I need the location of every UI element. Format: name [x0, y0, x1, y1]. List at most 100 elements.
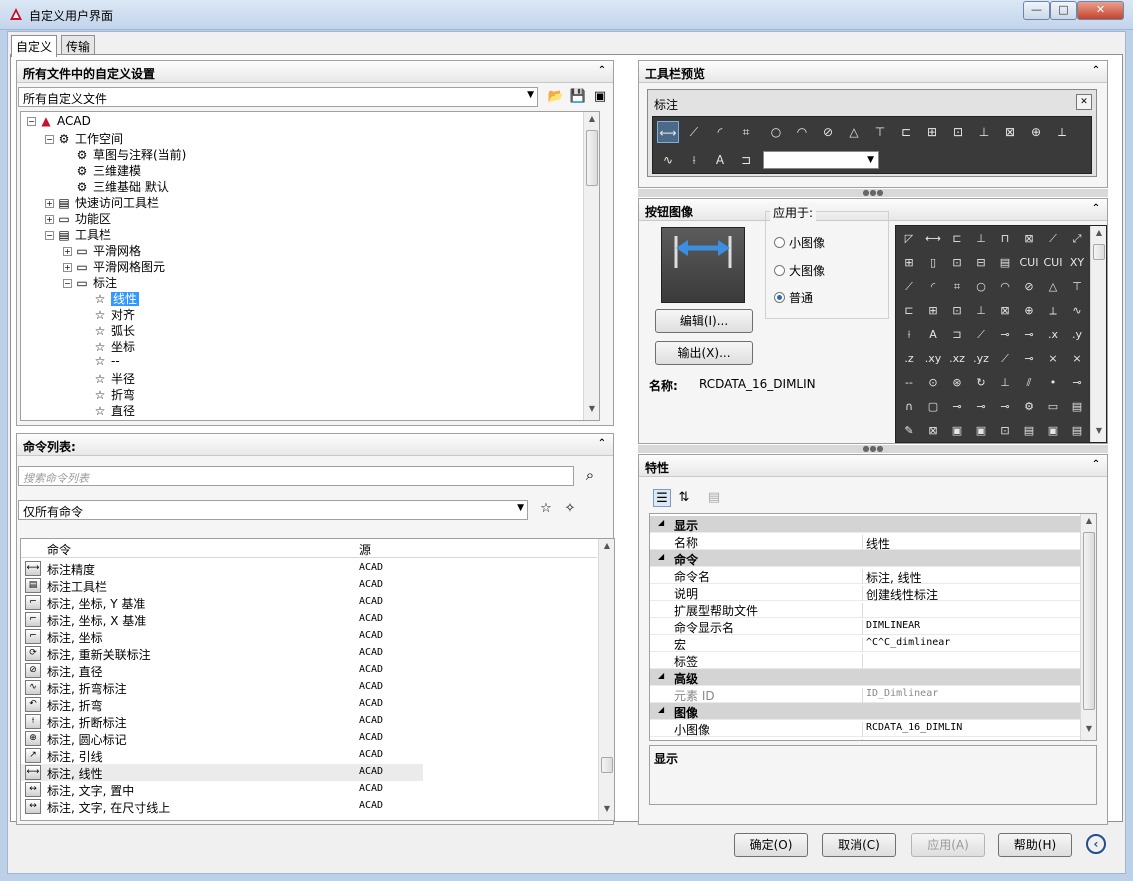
image-library-icon[interactable]: ◠ — [994, 276, 1016, 298]
toolbar-button-icon[interactable]: ◠ — [791, 121, 813, 143]
property-value[interactable]: RCDATA_32_DIMLIN — [862, 739, 1078, 740]
open-file-icon[interactable]: 📂 — [547, 88, 565, 106]
command-row[interactable]: ↶ 标注, 折弯 ACAD — [21, 696, 423, 713]
expander-icon[interactable]: − — [45, 231, 54, 240]
command-row[interactable]: ⟷ 标注, 线性 ACAD — [21, 764, 423, 781]
command-list-scrollbar[interactable]: ▲ ▼ — [598, 539, 614, 820]
image-library-icon[interactable]: ▤ — [1066, 396, 1088, 418]
property-pages-icon[interactable]: ▤ — [705, 489, 723, 507]
image-library-icon[interactable]: ◜ — [922, 276, 944, 298]
property-category[interactable]: ◢ 高级 — [650, 669, 1080, 686]
tree-node[interactable]: ⚙ 草图与注释(当前) — [63, 146, 187, 162]
toolbar-button-icon[interactable]: ⟂ — [1051, 121, 1073, 143]
toolbar-button-icon[interactable]: ⟷ — [657, 121, 679, 143]
sort-az-icon[interactable]: ⇅ — [675, 489, 693, 507]
image-library-icon[interactable]: ▤ — [1018, 420, 1040, 442]
splitter-handle[interactable]: ●●● — [638, 189, 1108, 197]
help-button[interactable]: 帮助(H) — [998, 833, 1072, 857]
image-library-icon[interactable]: ⊸ — [1066, 372, 1088, 394]
collapse-category-icon[interactable]: ◢ — [658, 552, 664, 561]
property-row[interactable]: 说明 创建线性标注 — [650, 584, 1080, 602]
edit-image-button[interactable]: 编辑(I)... — [655, 309, 753, 333]
image-library-icon[interactable]: ↻ — [970, 372, 992, 394]
minimize-button[interactable]: — — [1023, 1, 1050, 20]
column-command[interactable]: 命令 — [47, 541, 71, 558]
image-library-icon[interactable]: ⊡ — [994, 420, 1016, 442]
property-category[interactable]: ◢ 显示 — [650, 516, 1080, 533]
image-library-icon[interactable]: ⊥ — [970, 228, 992, 250]
property-value[interactable] — [862, 603, 1078, 618]
image-library-icon[interactable]: ⟋ — [994, 348, 1016, 370]
image-library-icon[interactable]: ⚙ — [1018, 396, 1040, 418]
ok-button[interactable]: 确定(O) — [734, 833, 808, 857]
cancel-button[interactable]: 取消(C) — [822, 833, 896, 857]
property-row[interactable]: 扩展型帮助文件 — [650, 601, 1080, 618]
image-library-icon[interactable]: ⊸ — [1018, 348, 1040, 370]
scroll-up-icon[interactable]: ▲ — [584, 114, 599, 128]
find-command-icon[interactable]: ☆ — [537, 500, 555, 518]
collapse-category-icon[interactable]: ◢ — [658, 518, 664, 527]
image-library-icon[interactable]: ▭ — [1042, 396, 1064, 418]
image-library-icon[interactable]: ⊏ — [946, 228, 968, 250]
image-library-icon[interactable]: ▤ — [994, 252, 1016, 274]
image-library-icon[interactable]: ▣ — [1042, 420, 1064, 442]
image-library-icon[interactable]: CUI — [1042, 252, 1064, 274]
toolbar-button-icon[interactable]: A — [709, 149, 731, 171]
toolbar-button-icon[interactable]: ⊕ — [1025, 121, 1047, 143]
property-value[interactable] — [862, 654, 1078, 669]
toolbar-button-icon[interactable]: ⌗ — [735, 121, 757, 143]
image-library-icon[interactable]: ⊓ — [994, 228, 1016, 250]
image-library-grid[interactable]: ▲ ▼ ◸ ⟷ ⊏ ⊥ ⊓ ⊠ ⟋ ⤢ ⊞ ▯ ⊡ ⊟ ▤ CUI CUI XY ⟋ ◜ ⌗ ○ ◠ ⊘ △ ⊤ ⊏ ⊞ ⊡ ⊥ ⊠ ⊕ ⟂ ∿… — [895, 225, 1107, 443]
tree-node[interactable]: − ⚙ 工作空间 — [45, 130, 123, 146]
image-library-icon[interactable]: ⊤ — [1066, 276, 1088, 298]
image-library-icon[interactable]: ▯ — [922, 252, 944, 274]
toolbar-button-icon[interactable]: ⊠ — [999, 121, 1021, 143]
collapse-icon[interactable]: ⌃ — [1090, 203, 1102, 215]
toolbar-button-icon[interactable]: ⊏ — [895, 121, 917, 143]
image-grid-scrollbar[interactable]: ▲ ▼ — [1090, 226, 1106, 442]
toolbar-button-icon[interactable]: △ — [843, 121, 865, 143]
image-library-icon[interactable]: .xy — [922, 348, 944, 370]
command-row[interactable]: ⌐ 标注, 坐标 ACAD — [21, 628, 423, 645]
search-icon[interactable]: ⌕ — [581, 466, 599, 484]
command-row[interactable]: ▤ 标注工具栏 ACAD — [21, 577, 423, 594]
tree-node[interactable]: ☆ 角度 — [81, 418, 135, 420]
image-library-icon[interactable]: .yz — [970, 348, 992, 370]
collapse-icon[interactable]: ⌃ — [596, 438, 608, 450]
property-value[interactable]: ^C^C_dimlinear — [862, 637, 1078, 652]
image-library-icon[interactable]: CUI — [1018, 252, 1040, 274]
image-library-icon[interactable]: ⊛ — [946, 372, 968, 394]
tab-customize[interactable]: 自定义 — [11, 35, 58, 57]
dimstyle-select[interactable]: ▼ — [763, 151, 879, 169]
collapse-category-icon[interactable]: ◢ — [658, 705, 664, 714]
image-library-icon[interactable]: ⟂ — [1042, 300, 1064, 322]
column-source[interactable]: 源 — [359, 541, 371, 558]
property-category[interactable]: ◢ 图像 — [650, 703, 1080, 720]
tree-node[interactable]: ☆ 折弯 — [81, 386, 135, 402]
categorized-icon[interactable]: ☰ — [653, 489, 671, 507]
property-row[interactable]: 大图像 RCDATA_32_DIMLIN — [650, 737, 1080, 740]
scroll-down-icon[interactable]: ▼ — [1081, 724, 1096, 738]
tree-node[interactable]: ☆ -- — [81, 354, 120, 370]
radio-small-image[interactable]: 小图像 — [774, 234, 825, 251]
property-grid[interactable]: 大图像 RCDATA_32_DIMLIN 小图像 RCDATA_16_DIMLIN ◢图… — [649, 513, 1097, 741]
tree-node[interactable]: ☆ 对齐 — [81, 306, 135, 322]
image-library-icon[interactable]: .z — [898, 348, 920, 370]
toolbar-button-icon[interactable]: ⊤ — [869, 121, 891, 143]
scroll-up-icon[interactable]: ▲ — [599, 541, 614, 555]
command-row[interactable]: ⟷ 标注精度 ACAD — [21, 560, 423, 577]
command-row[interactable]: ↔ 标注, 文字, 置中 ACAD — [21, 781, 423, 798]
expander-icon[interactable]: − — [45, 135, 54, 144]
tree-scrollbar[interactable]: ▲ ▼ — [583, 112, 599, 420]
image-library-icon[interactable]: ⊸ — [994, 324, 1016, 346]
apply-button[interactable]: 应用(A) — [911, 833, 985, 857]
command-row[interactable]: ⟳ 标注, 重新关联标注 ACAD — [21, 645, 423, 662]
scroll-up-icon[interactable]: ▲ — [1091, 228, 1106, 242]
image-library-icon[interactable]: ⊸ — [994, 396, 1016, 418]
collapse-icon[interactable]: ⌃ — [1090, 459, 1102, 471]
property-row[interactable]: 标签 — [650, 652, 1080, 669]
expander-icon[interactable]: + — [63, 263, 72, 272]
image-library-icon[interactable]: ⊠ — [1018, 228, 1040, 250]
image-library-icon[interactable]: ⊙ — [922, 372, 944, 394]
tree-node[interactable]: ☆ 坐标 — [81, 338, 135, 354]
